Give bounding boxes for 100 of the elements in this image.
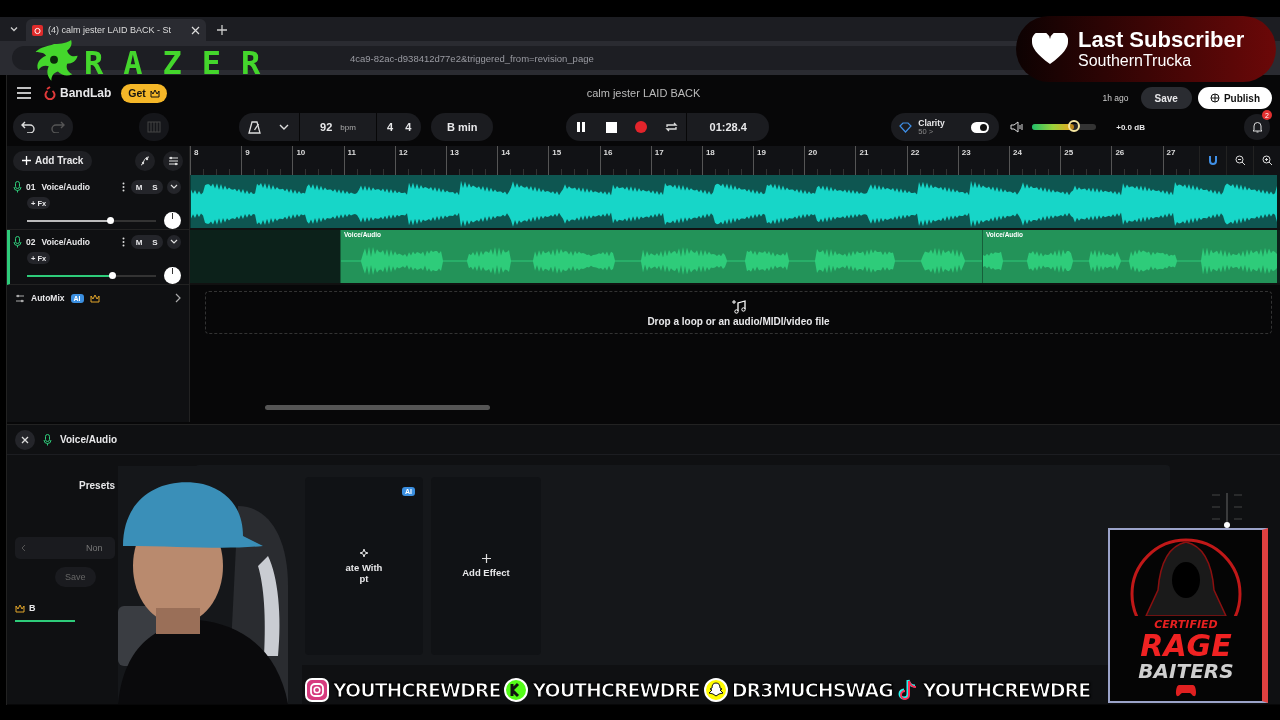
mixer-button[interactable] (163, 150, 183, 171)
microphone-icon (43, 433, 52, 446)
close-icon (21, 435, 29, 444)
social-handle: YOUTHCREWDRE (333, 679, 501, 701)
game-controller-icon (1175, 683, 1197, 697)
solo-button[interactable]: S (147, 235, 163, 249)
mute-button[interactable]: M (131, 235, 147, 249)
camera-icon (305, 678, 329, 702)
magnet-icon (1208, 155, 1218, 166)
social-handle: YOUTHCREWDRE (922, 679, 1091, 701)
get-button[interactable]: Get (121, 83, 167, 103)
automix-label: AutoMix (31, 293, 65, 303)
metronome-icon (247, 120, 261, 134)
volume-fader[interactable] (27, 274, 157, 277)
zoom-out-icon (1234, 155, 1246, 166)
expand-button[interactable] (167, 180, 181, 194)
project-title: calm jester LAID BACK (586, 87, 701, 99)
scrollbar-thumb[interactable] (265, 405, 490, 410)
music-note-icon (896, 678, 919, 702)
fader-thumb[interactable] (109, 271, 117, 279)
add-effect-label: Add Effect (462, 567, 510, 578)
plus-icon (216, 24, 228, 36)
track-name: Voice/Audio (41, 237, 90, 247)
heart-icon (1032, 33, 1068, 65)
menu-button[interactable] (15, 84, 33, 102)
preset-selector[interactable]: Non (15, 537, 115, 559)
expand-button[interactable] (167, 235, 181, 249)
curve-icon (140, 155, 150, 166)
badge-title-second-line: BAITERS (1138, 661, 1234, 681)
microphone-icon (13, 181, 22, 193)
zoom-in-icon (1261, 155, 1273, 166)
close-icon (191, 25, 200, 35)
time-signature-field[interactable]: 4 4 (377, 113, 422, 141)
generate-label: ate With pt (344, 562, 384, 584)
piano-keys-icon (147, 121, 161, 133)
app-logo-text: BandLab (60, 86, 112, 100)
logo-icon (43, 86, 57, 100)
social-handle: YOUTHCREWDRE (532, 679, 700, 701)
panel-title: Voice/Audio (60, 434, 118, 445)
sliders-icon (15, 293, 25, 303)
meter-drawing (1210, 493, 1244, 529)
sliders-icon (167, 155, 179, 166)
tempo-field[interactable]: 92 bpm (300, 113, 376, 141)
track-number: 01 (26, 182, 36, 192)
automation-button[interactable] (135, 150, 155, 171)
bell-icon (1251, 121, 1263, 133)
clarity-label: Clarity (918, 118, 946, 128)
crown-icon (89, 293, 100, 303)
chevron-right-icon (175, 293, 181, 303)
undo-icon (21, 121, 35, 133)
key-button[interactable]: B min (431, 113, 494, 141)
stop-icon (605, 121, 617, 133)
url-text[interactable]: 4ca9-82ac-d938412d77e2&triggered_from=revision_page (350, 52, 594, 64)
volume-fader[interactable] (27, 219, 157, 222)
volume-reading: +0.0 dB (1116, 122, 1145, 132)
redo-icon (51, 121, 65, 133)
badge-title: RAGE (1140, 631, 1232, 661)
kebab-icon (121, 182, 125, 192)
diamond-icon (899, 121, 913, 133)
fader-thumb[interactable] (106, 216, 114, 224)
mute-button[interactable]: M (131, 180, 147, 194)
preset-tab[interactable]: B (29, 603, 36, 613)
clarity-toggle[interactable] (971, 121, 990, 133)
loop-icon (664, 121, 678, 133)
chevron-left-icon (21, 544, 26, 552)
brand-logo-text: RAZER (84, 47, 281, 79)
kebab-icon (121, 237, 125, 247)
pause-icon (576, 121, 587, 133)
solo-button[interactable]: S (147, 180, 163, 194)
time-position: 01:28.4 (708, 120, 748, 135)
browser-tab[interactable]: (4) calm jester LAID BACK - St (26, 19, 206, 41)
publish-button[interactable]: Publish (1197, 87, 1272, 109)
chevron-down-icon (170, 184, 178, 190)
add-effect-card[interactable]: Add Effect (431, 477, 541, 655)
menu-icon (16, 86, 32, 100)
pan-knob[interactable] (164, 212, 181, 229)
save-button[interactable]: Save (1140, 87, 1192, 109)
saved-time: 1h ago (1102, 93, 1129, 103)
plus-icon (22, 156, 31, 165)
preset-name: Non (86, 543, 103, 553)
drop-zone[interactable]: Drop a loop or an audio/MIDI/video file (205, 291, 1272, 334)
track-number: 02 (26, 237, 36, 247)
crown-icon (15, 603, 25, 613)
music-note-icon (730, 298, 747, 314)
close-button[interactable] (15, 429, 35, 450)
chevron-down-icon (170, 239, 178, 245)
globe-icon (1209, 93, 1220, 103)
chevron-down-icon (279, 123, 289, 131)
crown-icon (149, 88, 160, 98)
record-icon (635, 121, 648, 133)
drop-zone-text: Drop a loop or an audio/MIDI/video file (647, 315, 830, 327)
social-handle: DR3MUCHSWAG (731, 679, 893, 701)
volume-thumb[interactable] (1068, 120, 1081, 132)
plus-icon (481, 554, 491, 563)
add-track-button[interactable]: Add Track (13, 150, 93, 171)
sparkle-icon (359, 548, 369, 558)
pan-knob[interactable] (164, 267, 181, 284)
microphone-icon (13, 236, 22, 248)
track-name: Voice/Audio (41, 182, 90, 192)
presets-label: Presets (79, 480, 116, 491)
